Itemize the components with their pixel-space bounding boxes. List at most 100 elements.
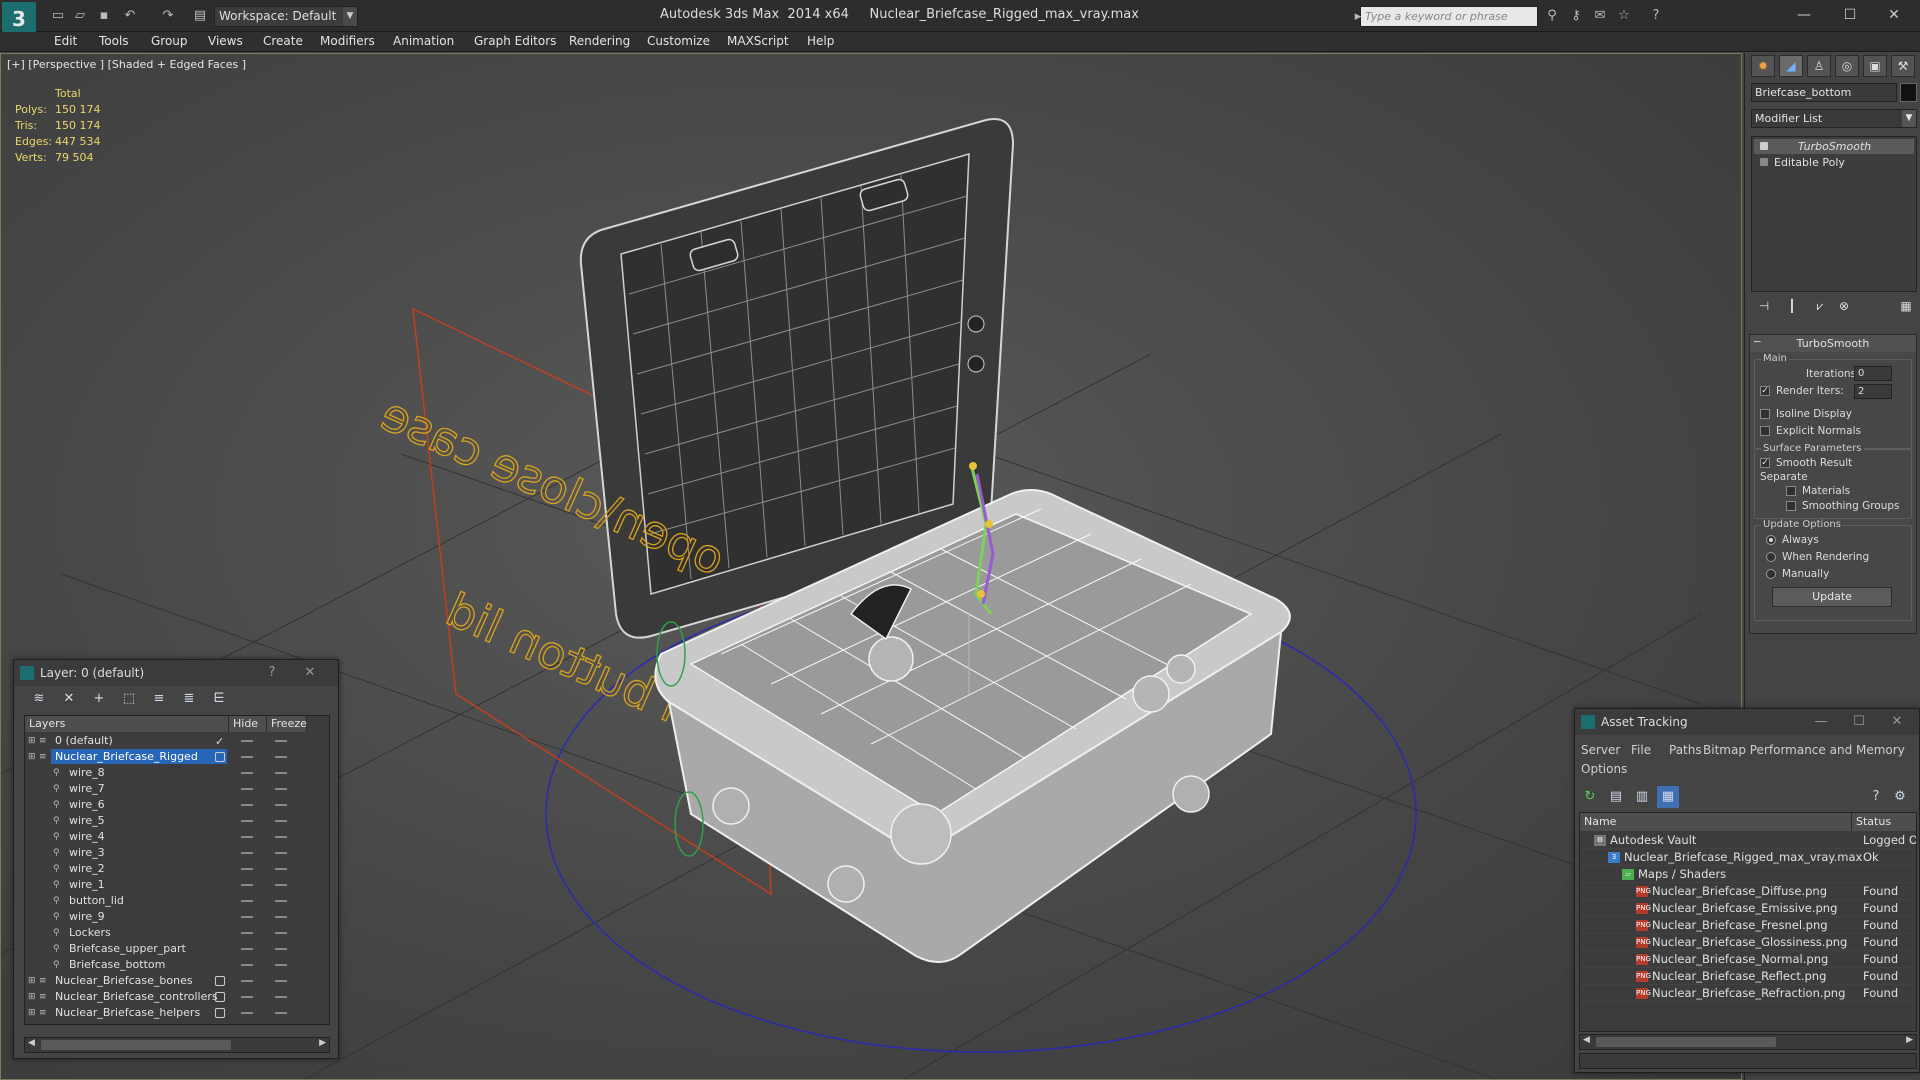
layer-row[interactable]: ⚲ wire_3	[25, 845, 329, 861]
hide-toggle[interactable]	[241, 852, 253, 854]
collapse-icon[interactable]: −	[1753, 336, 1762, 348]
menu-group[interactable]: Group	[151, 34, 188, 48]
asset-row[interactable]: PNG Nuclear_Briefcase_Glossiness.png Found	[1580, 934, 1916, 951]
asset-row[interactable]: ▱ Maps / Shaders	[1580, 866, 1916, 883]
display-tab-icon[interactable]: ▣	[1863, 55, 1887, 77]
update-button[interactable]: Update	[1772, 587, 1892, 607]
menu-customize[interactable]: Customize	[647, 34, 710, 48]
remove-modifier-icon[interactable]: ⊗	[1833, 299, 1855, 317]
hide-toggle[interactable]	[241, 868, 253, 870]
freeze-toggle[interactable]	[275, 884, 287, 886]
hide-all-layers-icon[interactable]: ≣	[178, 688, 200, 710]
pin-stack-icon[interactable]: ⊣	[1753, 299, 1775, 317]
scroll-left-icon[interactable]: ◀	[1583, 1035, 1590, 1045]
layer-row-name[interactable]: wire_2	[65, 861, 109, 876]
asset-row[interactable]: PNG Nuclear_Briefcase_Fresnel.png Found	[1580, 917, 1916, 934]
asset-menu-file[interactable]: File	[1631, 743, 1651, 757]
isoline-checkbox[interactable]	[1760, 409, 1770, 419]
select-objects-icon[interactable]: ⬚	[118, 688, 140, 710]
table-view-icon[interactable]: ▦	[1657, 786, 1679, 808]
layer-row-name[interactable]: wire_5	[65, 813, 109, 828]
search-arrow-icon[interactable]: ▸	[1350, 9, 1366, 25]
expand-icon[interactable]: ⊞	[28, 752, 38, 762]
layer-row-name[interactable]: wire_4	[65, 829, 109, 844]
layer-row-name[interactable]: wire_8	[65, 765, 109, 780]
asset-panel-title-bar[interactable]: Asset Tracking — ☐ ✕	[1575, 709, 1919, 735]
render-iters-checkbox[interactable]: ✓	[1760, 386, 1770, 396]
highlight-layer-icon[interactable]: ≡	[148, 688, 170, 710]
menu-edit[interactable]: Edit	[54, 34, 77, 48]
freeze-toggle[interactable]	[275, 1012, 287, 1014]
menu-create[interactable]: Create	[263, 34, 303, 48]
hide-toggle[interactable]	[241, 980, 253, 982]
scrollbar-thumb[interactable]	[1596, 1037, 1776, 1047]
column-header-hide[interactable]: Hide	[229, 716, 267, 732]
asset-row[interactable]: PNG Nuclear_Briefcase_Emissive.png Found	[1580, 900, 1916, 917]
layer-row-name[interactable]: wire_7	[65, 781, 109, 796]
layer-row-name[interactable]: wire_6	[65, 797, 109, 812]
layer-row[interactable]: ⚲ wire_6	[25, 797, 329, 813]
scrollbar-thumb[interactable]	[41, 1040, 231, 1050]
menu-modifiers[interactable]: Modifiers	[320, 34, 375, 48]
freeze-toggle[interactable]	[275, 868, 287, 870]
layer-row[interactable]: ⚲ wire_8	[25, 765, 329, 781]
lightbulb-icon[interactable]	[1760, 142, 1768, 150]
hide-toggle[interactable]	[241, 772, 253, 774]
layer-row-name[interactable]: button_lid	[65, 893, 128, 908]
layer-row-name[interactable]: Briefcase_bottom	[65, 957, 169, 972]
freeze-toggle[interactable]	[275, 788, 287, 790]
layer-row-name[interactable]: Lockers	[65, 925, 115, 940]
binoculars-icon[interactable]: ⚲	[1544, 8, 1560, 24]
freeze-toggle[interactable]	[275, 964, 287, 966]
star-icon[interactable]: ☆	[1616, 8, 1632, 24]
freeze-toggle[interactable]	[275, 836, 287, 838]
freeze-toggle[interactable]	[275, 852, 287, 854]
freeze-toggle[interactable]	[275, 820, 287, 822]
viewport-label[interactable]: [+] [Perspective ] [Shaded + Edged Faces…	[7, 58, 246, 71]
close-icon[interactable]: ✕	[1883, 709, 1911, 735]
hide-toggle[interactable]	[241, 948, 253, 950]
layer-row[interactable]: ⚲ Briefcase_upper_part	[25, 941, 329, 957]
hide-toggle[interactable]	[241, 900, 253, 902]
horizontal-scrollbar[interactable]: ◀ ▶	[24, 1037, 330, 1053]
menu-rendering[interactable]: Rendering	[569, 34, 630, 48]
hide-toggle[interactable]	[241, 932, 253, 934]
asset-row[interactable]: PNG Nuclear_Briefcase_Refraction.png Found	[1580, 985, 1916, 1002]
hide-toggle[interactable]	[241, 1012, 253, 1014]
set-current-layer-box[interactable]	[215, 752, 225, 762]
maximize-icon[interactable]: ☐	[1830, 4, 1870, 26]
new-layer-icon[interactable]: ≋	[28, 688, 50, 710]
menu-graph-editors[interactable]: Graph Editors	[474, 34, 556, 48]
freeze-toggle[interactable]	[275, 948, 287, 950]
modifier-stack[interactable]: TurboSmooth Editable Poly	[1751, 136, 1917, 292]
layer-row[interactable]: ⚲ wire_9	[25, 909, 329, 925]
layer-row[interactable]: ⚲ Lockers	[25, 925, 329, 941]
menu-help[interactable]: Help	[807, 34, 834, 48]
layer-row[interactable]: ⚲ wire_5	[25, 813, 329, 829]
materials-checkbox[interactable]	[1786, 486, 1796, 496]
layer-row[interactable]: ⚲ Briefcase_bottom	[25, 957, 329, 973]
hide-toggle[interactable]	[241, 788, 253, 790]
asset-row[interactable]: PNG Nuclear_Briefcase_Diffuse.png Found	[1580, 883, 1916, 900]
layer-row-name[interactable]: Nuclear_Briefcase_bones	[51, 973, 197, 988]
hide-toggle[interactable]	[241, 996, 253, 998]
workspace-dropdown[interactable]: Workspace: Default	[214, 6, 358, 27]
column-header-layers[interactable]: Layers	[25, 716, 229, 732]
freeze-toggle[interactable]	[275, 740, 287, 742]
freeze-toggle[interactable]	[275, 804, 287, 806]
layer-row[interactable]: ⚲ wire_7	[25, 781, 329, 797]
layer-row-name[interactable]: Briefcase_upper_part	[65, 941, 190, 956]
layer-row-name[interactable]: Nuclear_Briefcase_Rigged	[51, 749, 227, 764]
iterations-spinner[interactable]: 0	[1854, 366, 1892, 381]
set-current-layer-box[interactable]	[215, 976, 225, 986]
freeze-all-layers-icon[interactable]: ⋿	[208, 688, 230, 710]
search-input[interactable]: Type a keyword or phrase	[1360, 6, 1538, 27]
layer-row[interactable]: ⊞ ≡ 0 (default) ✓	[25, 733, 329, 749]
asset-row[interactable]: 3 Nuclear_Briefcase_Rigged_max_vray.max Ok	[1580, 849, 1916, 866]
asset-menu-options[interactable]: Options	[1581, 762, 1627, 776]
project-folder-icon[interactable]: ▤	[192, 8, 208, 24]
open-file-icon[interactable]: ▱	[72, 8, 88, 24]
chevron-down-icon[interactable]: ▼	[1902, 110, 1916, 127]
layer-table[interactable]: Layers Hide Freeze ⊞ ≡ 0 (default) ✓ ⊞ ≡ Nucle…	[24, 715, 330, 1025]
asset-menu-server[interactable]: Server	[1581, 743, 1620, 757]
